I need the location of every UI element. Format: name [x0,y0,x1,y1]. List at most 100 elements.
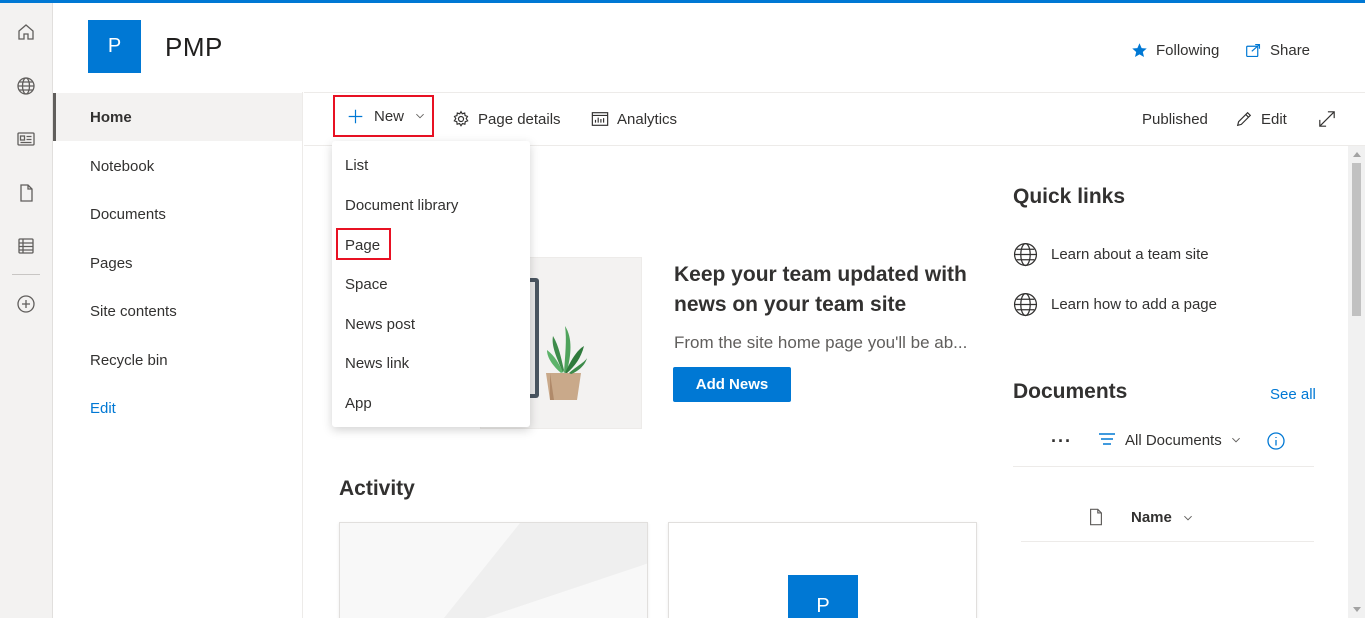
menu-item-label: App [345,394,372,412]
menu-item-news-post[interactable]: News post [332,306,530,342]
more-options-icon[interactable]: ··· [1051,431,1072,452]
news-icon[interactable] [12,125,40,153]
plus-icon [348,109,363,123]
quick-links-heading: Quick links [1013,185,1126,208]
menu-item-label: List [345,156,369,174]
analytics-button[interactable]: Analytics [591,93,677,145]
analytics-label: Analytics [617,110,678,128]
activity-card[interactable]: P [668,522,977,618]
globe-icon[interactable] [12,72,40,100]
menu-item-document-library[interactable]: Document library [332,187,530,223]
published-status: Published [1142,93,1208,145]
share-button[interactable]: Share [1245,42,1310,59]
file-type-icon [1087,508,1105,531]
analytics-icon [591,112,609,126]
new-label: New [374,107,405,125]
nav-item-site-contents[interactable]: Site contents [53,287,302,335]
filter-lines-icon [1099,433,1115,445]
quick-link-label: Learn about a team site [1051,246,1209,263]
nav-item-notebook[interactable]: Notebook [53,142,302,190]
nav-item-label: Recycle bin [90,351,168,369]
globe-icon [1013,292,1038,317]
command-bar: Page details Analytics Published Edit [304,92,1365,146]
menu-item-label: Document library [345,196,459,214]
chevron-down-icon [1183,515,1192,520]
add-news-button[interactable]: Add News [673,367,791,402]
activity-card-logo-letter: P [816,595,830,617]
documents-toolbar: ··· All Documents [1013,425,1314,467]
view-selector[interactable]: All Documents [1097,430,1242,450]
vertical-scrollbar[interactable] [1348,146,1365,618]
chevron-down-icon [1231,437,1240,443]
menu-item-app[interactable]: App [332,385,530,421]
nav-edit-link[interactable]: Edit [53,384,302,432]
name-column-header[interactable]: Name [1131,509,1194,526]
site-logo-letter: P [107,35,122,57]
file-icon[interactable] [12,179,40,207]
pencil-icon [1236,111,1252,127]
nav-item-recycle-bin[interactable]: Recycle bin [53,336,302,384]
documents-heading: Documents [1013,380,1128,403]
list-icon[interactable] [12,232,40,260]
nav-item-label: Site contents [90,302,177,320]
scroll-down-arrow[interactable] [1348,602,1365,618]
expand-button[interactable] [1318,93,1336,145]
star-icon [1132,43,1147,58]
scroll-up-arrow[interactable] [1348,146,1365,162]
nav-item-label: Pages [90,254,133,272]
edit-label: Edit [1261,110,1287,128]
appbar-divider [12,274,40,275]
left-navigation: Home Notebook Documents Pages Site conte… [53,92,303,618]
menu-item-label: Space [345,275,388,293]
menu-item-label: News link [345,354,410,372]
share-icon [1246,43,1261,58]
expand-icon [1319,111,1335,127]
plus-circle-icon[interactable] [12,290,40,318]
news-heading: Keep your team updated with news on your… [674,263,967,316]
share-label: Share [1270,42,1311,59]
nav-item-label: Home [90,108,132,126]
menu-item-list[interactable]: List [332,147,530,183]
site-logo[interactable]: P [88,20,141,73]
nav-item-pages[interactable]: Pages [53,239,302,287]
quick-link-label: Learn how to add a page [1051,296,1217,313]
following-label: Following [1156,42,1220,59]
menu-item-news-link[interactable]: News link [332,345,530,381]
scroll-thumb[interactable] [1352,163,1361,316]
info-icon[interactable] [1266,431,1286,456]
new-button[interactable]: New [333,95,434,137]
app-bar [0,3,53,618]
chevron-down-icon [416,113,424,119]
nav-item-home[interactable]: Home [53,93,302,141]
top-accent-bar [0,0,1365,3]
name-column-label: Name [1131,509,1172,526]
menu-item-page[interactable]: Page [332,227,530,263]
menu-item-label: News post [345,315,416,333]
globe-icon [1013,242,1038,267]
activity-card[interactable] [339,522,648,618]
published-label: Published [1142,110,1208,128]
nav-item-documents[interactable]: Documents [53,190,302,238]
news-description: From the site home page you'll be ab... [674,333,968,352]
menu-item-label: Page [345,236,381,254]
following-button[interactable]: Following [1131,42,1219,59]
activity-card-site-logo: P [788,575,858,618]
view-label: All Documents [1125,431,1222,449]
nav-edit-label: Edit [90,399,116,417]
site-title[interactable]: PMP [165,32,223,63]
card-placeholder-graphic [340,523,647,618]
nav-item-label: Notebook [90,157,155,175]
edit-page-button[interactable]: Edit [1235,93,1287,145]
see-all-link[interactable]: See all [1270,386,1316,403]
nav-item-label: Documents [90,205,166,223]
documents-column-header: Name [1021,497,1314,542]
new-dropdown-menu: List Document library Page Space News po… [332,141,530,427]
gear-icon [453,110,469,127]
page-details-button[interactable]: Page details [452,93,561,145]
activity-heading: Activity [339,477,415,500]
quick-link-item[interactable]: Learn how to add a page [1013,292,1217,317]
quick-link-item[interactable]: Learn about a team site [1013,242,1209,267]
home-icon[interactable] [12,18,40,46]
menu-item-space[interactable]: Space [332,266,530,302]
page-details-label: Page details [478,110,561,128]
